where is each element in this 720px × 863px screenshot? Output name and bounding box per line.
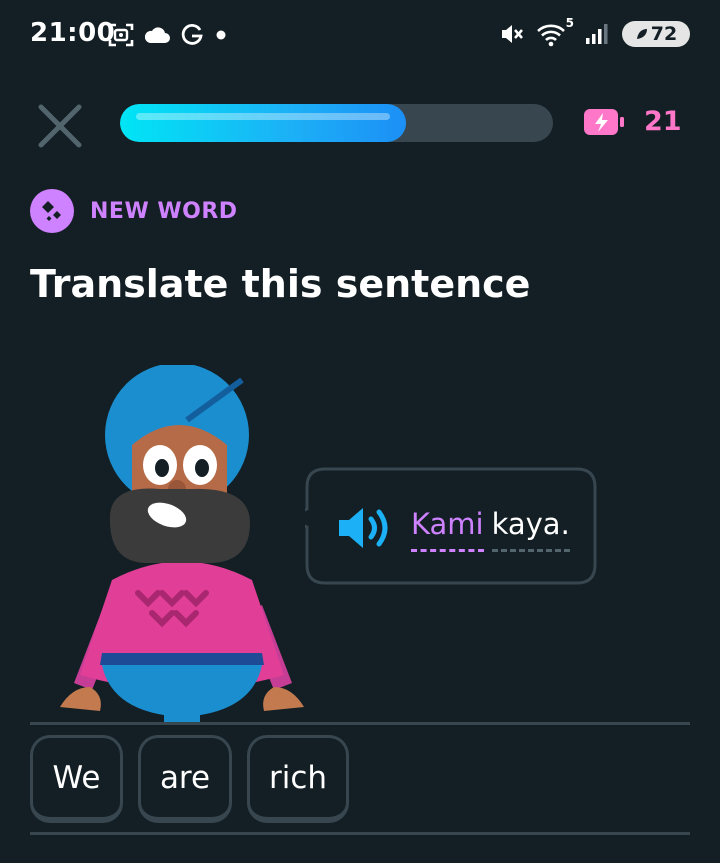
status-left-icons bbox=[108, 20, 228, 50]
prompt-word[interactable]: kaya. bbox=[491, 507, 570, 552]
answer-line-top bbox=[30, 722, 690, 725]
status-right-icons: 5 72 bbox=[498, 16, 690, 50]
wifi-badge: 5 bbox=[565, 16, 574, 30]
energy-count: 21 bbox=[644, 106, 682, 137]
energy-battery-icon bbox=[584, 108, 624, 135]
character-illustration bbox=[60, 365, 304, 725]
prompt-phrase: Kami kaya. bbox=[411, 505, 570, 552]
answer-chip-are[interactable]: are bbox=[138, 735, 232, 823]
answer-area: We are rich bbox=[30, 735, 349, 823]
sparkle-icon bbox=[42, 201, 61, 221]
close-button[interactable] bbox=[36, 102, 84, 150]
wifi-indicator: 5 bbox=[536, 16, 574, 48]
exercise-title: Translate this sentence bbox=[30, 262, 531, 306]
battery-indicator: 72 bbox=[622, 21, 690, 47]
status-bar: 21:00 5 72 bbox=[0, 0, 720, 70]
google-icon bbox=[181, 24, 203, 45]
answer-chip-we[interactable]: We bbox=[30, 735, 123, 823]
play-audio-button[interactable] bbox=[335, 505, 397, 551]
battery-level: 72 bbox=[650, 23, 678, 45]
notification-dot-icon bbox=[216, 30, 226, 40]
new-word-icon bbox=[30, 189, 74, 233]
answer-chip-rich[interactable]: rich bbox=[247, 735, 349, 823]
new-word-indicator: NEW WORD bbox=[30, 189, 238, 233]
progress-fill bbox=[120, 104, 406, 142]
progress-shine bbox=[136, 113, 390, 120]
status-time: 21:00 bbox=[30, 18, 116, 48]
battery-saver-icon bbox=[636, 29, 647, 39]
speech-bubble: Kami kaya. bbox=[305, 467, 597, 585]
energy-counter[interactable]: 21 bbox=[582, 106, 682, 137]
answer-line-bottom bbox=[30, 832, 690, 835]
screenshot-icon bbox=[108, 23, 134, 47]
speaker-icon bbox=[339, 508, 388, 548]
wifi-icon bbox=[537, 24, 565, 47]
mute-icon bbox=[502, 25, 523, 43]
lesson-progress-bar bbox=[120, 104, 553, 142]
speech-bubble-content: Kami kaya. bbox=[335, 505, 570, 552]
cloud-icon bbox=[144, 27, 170, 43]
prompt-word-new[interactable]: Kami bbox=[411, 507, 484, 552]
new-word-label: NEW WORD bbox=[90, 198, 238, 224]
close-icon bbox=[38, 104, 82, 148]
signal-icon bbox=[586, 24, 608, 44]
